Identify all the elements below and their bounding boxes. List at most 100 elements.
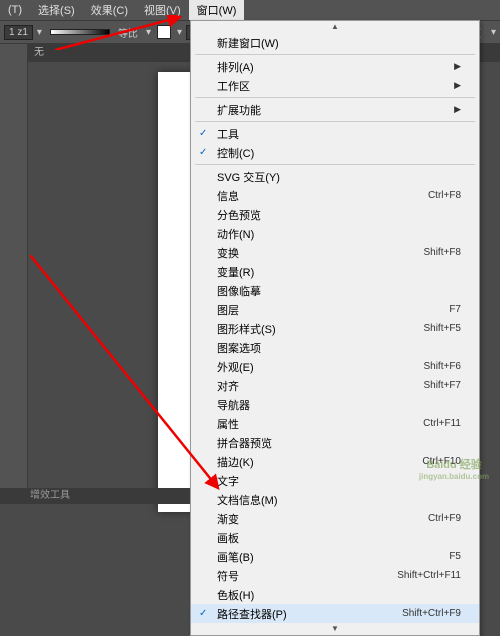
menu-item[interactable]: 图像临摹 bbox=[191, 281, 479, 300]
menu-item-label: 工作区 bbox=[217, 78, 250, 94]
menu-shortcut: Shift+F6 bbox=[423, 361, 461, 372]
menu-shortcut: Ctrl+F10 bbox=[422, 456, 461, 467]
menu-item[interactable]: 对齐 Shift+F7 bbox=[191, 376, 479, 395]
menu-item-label: 工具 bbox=[217, 126, 239, 142]
menu-item[interactable]: 变换 Shift+F8 bbox=[191, 243, 479, 262]
menu-item-label: 色板(H) bbox=[217, 587, 254, 603]
menu-item-label: 文档信息(M) bbox=[217, 492, 278, 508]
menu-item-label: 属性 bbox=[217, 416, 239, 432]
menu-shortcut: Shift+Ctrl+F11 bbox=[397, 570, 461, 581]
menu-item[interactable]: 符号 Shift+Ctrl+F11 bbox=[191, 566, 479, 585]
menu-item[interactable]: 排列(A) ▶ bbox=[191, 57, 479, 76]
menu-item-label: SVG 交互(Y) bbox=[217, 169, 280, 185]
menu-shortcut: Ctrl+F8 bbox=[428, 190, 461, 201]
menu-item-label: 画板 bbox=[217, 530, 239, 546]
fill-swatch[interactable] bbox=[157, 25, 171, 39]
menu-item[interactable]: 新建窗口(W) bbox=[191, 33, 479, 52]
menu-item-label: 图像临摹 bbox=[217, 283, 261, 299]
menu-item[interactable]: 文字 bbox=[191, 471, 479, 490]
menu-shortcut: Ctrl+F9 bbox=[428, 513, 461, 524]
swatch-arrow[interactable]: ▾ bbox=[177, 27, 182, 38]
window-menu-dropdown: ▲ 新建窗口(W) 排列(A) ▶ 工作区 ▶ 扩展功能 ▶ ✓ 工具✓控制(C) SVG 交互(… bbox=[190, 20, 480, 636]
scroll-down-arrow[interactable]: ▼ bbox=[191, 623, 479, 635]
menu-shortcut: Ctrl+F11 bbox=[423, 418, 461, 429]
menu-shortcut: Shift+F5 bbox=[423, 323, 461, 334]
menu-item-label: 扩展功能 bbox=[217, 102, 261, 118]
scroll-up-arrow[interactable]: ▲ bbox=[191, 21, 479, 33]
check-icon: ✓ bbox=[199, 608, 207, 619]
menu-item[interactable]: 工作区 ▶ bbox=[191, 76, 479, 95]
menu-item[interactable]: 信息 Ctrl+F8 bbox=[191, 186, 479, 205]
menu-item-label: 信息 bbox=[217, 188, 239, 204]
menu-item[interactable]: SVG 交互(Y) bbox=[191, 167, 479, 186]
menu-item-label: 画笔(B) bbox=[217, 549, 254, 565]
menu-item[interactable]: 图案选项 bbox=[191, 338, 479, 357]
submenu-arrow-icon: ▶ bbox=[454, 61, 461, 72]
check-icon: ✓ bbox=[199, 147, 207, 158]
menu-item-label: 排列(A) bbox=[217, 59, 254, 75]
menu-separator bbox=[195, 164, 475, 165]
menu-item[interactable]: 分色预览 bbox=[191, 205, 479, 224]
menu-shortcut: Shift+Ctrl+F9 bbox=[402, 608, 461, 619]
menu-separator bbox=[195, 54, 475, 55]
menu-item-label: 路径查找器(P) bbox=[217, 606, 287, 622]
menu-window[interactable]: 窗口(W) bbox=[189, 0, 245, 20]
menu-item[interactable]: 变量(R) bbox=[191, 262, 479, 281]
menu-item[interactable]: 扩展功能 ▶ bbox=[191, 100, 479, 119]
menu-shortcut: Shift+F7 bbox=[423, 380, 461, 391]
menu-item-label: 图形样式(S) bbox=[217, 321, 276, 337]
menu-item-label: 渐变 bbox=[217, 511, 239, 527]
menu-item-label: 描边(K) bbox=[217, 454, 254, 470]
menu-item[interactable]: 色板(H) bbox=[191, 585, 479, 604]
menu-item[interactable]: 属性 Ctrl+F11 bbox=[191, 414, 479, 433]
menu-item-label: 变量(R) bbox=[217, 264, 254, 280]
preset-arrow[interactable]: ▾ bbox=[37, 27, 42, 38]
preset-select[interactable]: 1 z1 bbox=[4, 25, 33, 40]
menu-shortcut: F5 bbox=[449, 551, 461, 562]
menu-item-label: 图案选项 bbox=[217, 340, 261, 356]
menu-item[interactable]: 动作(N) bbox=[191, 224, 479, 243]
menu-item[interactable]: 文档信息(M) bbox=[191, 490, 479, 509]
menu-separator bbox=[195, 121, 475, 122]
menu-item[interactable]: 渐变 Ctrl+F9 bbox=[191, 509, 479, 528]
check-icon: ✓ bbox=[199, 128, 207, 139]
menu-item[interactable]: 导航器 bbox=[191, 395, 479, 414]
submenu-arrow-icon: ▶ bbox=[454, 104, 461, 115]
menu-item-label: 导航器 bbox=[217, 397, 250, 413]
menu-select[interactable]: 选择(S) bbox=[30, 0, 83, 20]
menubar: (T) 选择(S) 效果(C) 视图(V) 窗口(W) bbox=[0, 0, 500, 20]
menu-item-label: 新建窗口(W) bbox=[217, 35, 279, 51]
menu-item-label: 图层 bbox=[217, 302, 239, 318]
ratio-label: 等比 bbox=[118, 25, 138, 40]
menu-item-label: 对齐 bbox=[217, 378, 239, 394]
weight-slider[interactable] bbox=[50, 29, 110, 35]
bottom-status: 增效工具 bbox=[0, 488, 190, 504]
opt-arrow[interactable]: ▾ bbox=[491, 27, 496, 38]
menu-item-label: 分色预览 bbox=[217, 207, 261, 223]
menu-effect[interactable]: 效果(C) bbox=[83, 0, 136, 20]
menu-item-label: 外观(E) bbox=[217, 359, 254, 375]
menu-shortcut: Shift+F8 bbox=[423, 247, 461, 258]
menu-item[interactable]: ✓控制(C) bbox=[191, 143, 479, 162]
menu-item[interactable]: ✓ 工具 bbox=[191, 124, 479, 143]
menu-item[interactable]: 描边(K) Ctrl+F10 bbox=[191, 452, 479, 471]
left-panel bbox=[0, 44, 28, 504]
ratio-arrow[interactable]: ▾ bbox=[146, 27, 151, 38]
menu-item-label: 变换 bbox=[217, 245, 239, 261]
menu-item-label: 拼合器预览 bbox=[217, 435, 272, 451]
menu-item[interactable]: 拼合器预览 bbox=[191, 433, 479, 452]
menu-item[interactable]: ✓ 路径查找器(P) Shift+Ctrl+F9 bbox=[191, 604, 479, 623]
menu-item[interactable]: 图层 F7 bbox=[191, 300, 479, 319]
submenu-arrow-icon: ▶ bbox=[454, 80, 461, 91]
menu-separator bbox=[195, 97, 475, 98]
menu-item-label: 符号 bbox=[217, 568, 239, 584]
menu-item[interactable]: 画笔(B) F5 bbox=[191, 547, 479, 566]
menu-shortcut: F7 bbox=[449, 304, 461, 315]
menu-view[interactable]: 视图(V) bbox=[136, 0, 189, 20]
menu-item[interactable]: 外观(E) Shift+F6 bbox=[191, 357, 479, 376]
menu-t[interactable]: (T) bbox=[0, 2, 30, 18]
menu-item-label: 动作(N) bbox=[217, 226, 254, 242]
menu-item[interactable]: 图形样式(S) Shift+F5 bbox=[191, 319, 479, 338]
menu-item-label: 文字 bbox=[217, 473, 239, 489]
menu-item[interactable]: 画板 bbox=[191, 528, 479, 547]
